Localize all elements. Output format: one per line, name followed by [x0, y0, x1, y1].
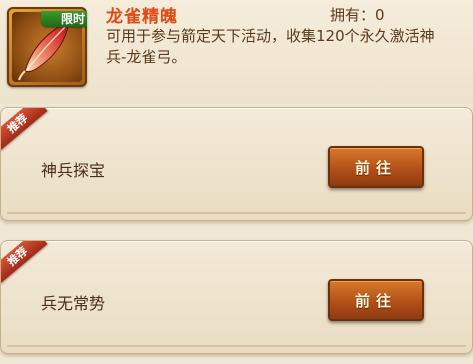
recommend-ribbon: 推荐	[1, 241, 48, 284]
go-button[interactable]: 前往	[328, 146, 424, 188]
source-title: 兵无常势	[41, 294, 106, 313]
item-name: 龙雀精魄	[106, 7, 178, 27]
recommend-ribbon: 推荐	[1, 108, 48, 151]
go-button[interactable]: 前往	[328, 279, 424, 321]
source-title: 神兵探宝	[41, 161, 106, 180]
item-icon-frame: 限时	[7, 7, 87, 87]
limited-time-badge: 限时	[41, 11, 87, 27]
item-description: 可用于参与箭定天下活动，收集120个永久激活神兵-龙雀弓。	[106, 27, 435, 66]
item-info-header: 限时 龙雀精魄 拥有：0 可用于参与箭定天下活动，收集120个永久激活神兵-龙雀…	[0, 0, 473, 104]
source-card: 推荐 神兵探宝 前往	[0, 107, 473, 221]
owned-count: 拥有：0	[330, 6, 385, 24]
source-card: 推荐 兵无常势 前往	[0, 240, 473, 354]
